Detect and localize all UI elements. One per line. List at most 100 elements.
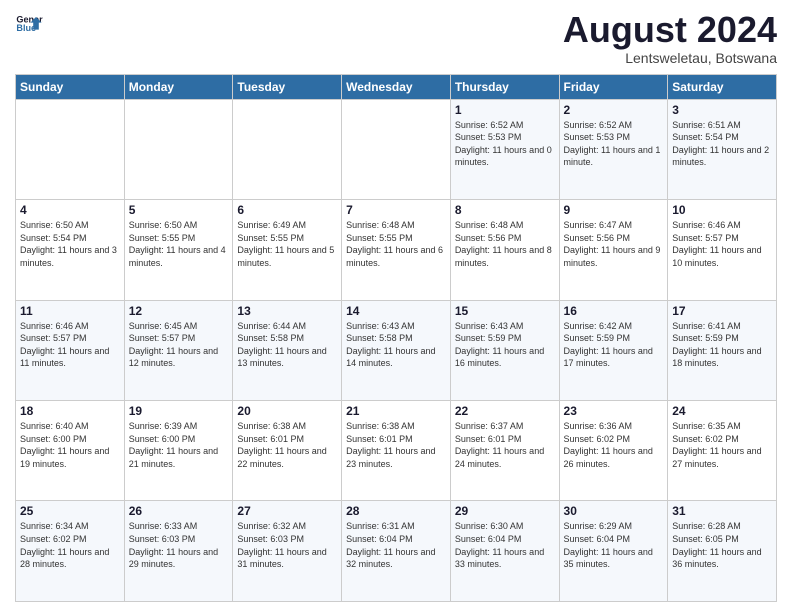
day-number: 25 xyxy=(20,504,120,518)
day-info: Sunrise: 6:34 AM Sunset: 6:02 PM Dayligh… xyxy=(20,520,120,570)
calendar-cell: 21 Sunrise: 6:38 AM Sunset: 6:01 PM Dayli… xyxy=(342,401,451,501)
calendar-cell: 8 Sunrise: 6:48 AM Sunset: 5:56 PM Daylig… xyxy=(450,200,559,300)
calendar-cell: 31Sunrise: 6:28 AM Sunset: 6:05 PM Dayli… xyxy=(668,501,777,602)
subtitle: Lentsweletau, Botswana xyxy=(563,50,777,66)
day-info: Sunrise: 6:36 AM Sunset: 6:02 PM Dayligh… xyxy=(564,420,664,470)
day-number: 5 xyxy=(129,203,229,217)
logo: General Blue xyxy=(15,10,43,38)
day-info: Sunrise: 6:39 AM Sunset: 6:00 PM Dayligh… xyxy=(129,420,229,470)
day-info: Sunrise: 6:46 AM Sunset: 5:57 PM Dayligh… xyxy=(20,320,120,370)
calendar-cell: 5Sunrise: 6:50 AM Sunset: 5:55 PM Daylig… xyxy=(124,200,233,300)
calendar-cell: 7 Sunrise: 6:48 AM Sunset: 5:55 PM Daylig… xyxy=(342,200,451,300)
calendar-cell xyxy=(124,99,233,199)
day-info: Sunrise: 6:29 AM Sunset: 6:04 PM Dayligh… xyxy=(564,520,664,570)
day-number: 11 xyxy=(20,304,120,318)
day-number: 29 xyxy=(455,504,555,518)
title-block: August 2024 Lentsweletau, Botswana xyxy=(563,10,777,66)
day-info: Sunrise: 6:43 AM Sunset: 5:58 PM Dayligh… xyxy=(346,320,446,370)
calendar-cell: 13Sunrise: 6:44 AM Sunset: 5:58 PM Dayli… xyxy=(233,300,342,400)
calendar-cell: 30 Sunrise: 6:29 AM Sunset: 6:04 PM Dayli… xyxy=(559,501,668,602)
day-number: 16 xyxy=(564,304,664,318)
day-number: 13 xyxy=(237,304,337,318)
calendar-cell: 11 Sunrise: 6:46 AM Sunset: 5:57 PM Dayli… xyxy=(16,300,125,400)
day-info: Sunrise: 6:48 AM Sunset: 5:55 PM Dayligh… xyxy=(346,219,446,269)
day-number: 20 xyxy=(237,404,337,418)
day-info: Sunrise: 6:38 AM Sunset: 6:01 PM Dayligh… xyxy=(346,420,446,470)
day-info: Sunrise: 6:33 AM Sunset: 6:03 PM Dayligh… xyxy=(129,520,229,570)
calendar-cell: 25 Sunrise: 6:34 AM Sunset: 6:02 PM Dayli… xyxy=(16,501,125,602)
calendar-cell xyxy=(342,99,451,199)
page-header: General Blue August 2024 Lentsweletau, B… xyxy=(15,10,777,66)
day-number: 14 xyxy=(346,304,446,318)
day-number: 12 xyxy=(129,304,229,318)
calendar-col-header: Thursday xyxy=(450,74,559,99)
day-info: Sunrise: 6:41 AM Sunset: 5:59 PM Dayligh… xyxy=(672,320,772,370)
day-info: Sunrise: 6:46 AM Sunset: 5:57 PM Dayligh… xyxy=(672,219,772,269)
day-info: Sunrise: 6:42 AM Sunset: 5:59 PM Dayligh… xyxy=(564,320,664,370)
day-info: Sunrise: 6:52 AM Sunset: 5:53 PM Dayligh… xyxy=(455,119,555,169)
calendar-cell: 20 Sunrise: 6:38 AM Sunset: 6:01 PM Dayli… xyxy=(233,401,342,501)
calendar-cell: 29 Sunrise: 6:30 AM Sunset: 6:04 PM Dayli… xyxy=(450,501,559,602)
day-number: 10 xyxy=(672,203,772,217)
calendar-header: SundayMondayTuesdayWednesdayThursdayFrid… xyxy=(16,74,777,99)
day-number: 22 xyxy=(455,404,555,418)
calendar-cell: 1Sunrise: 6:52 AM Sunset: 5:53 PM Daylig… xyxy=(450,99,559,199)
day-number: 18 xyxy=(20,404,120,418)
day-info: Sunrise: 6:48 AM Sunset: 5:56 PM Dayligh… xyxy=(455,219,555,269)
day-info: Sunrise: 6:52 AM Sunset: 5:53 PM Dayligh… xyxy=(564,119,664,169)
calendar-col-header: Monday xyxy=(124,74,233,99)
calendar-cell: 18 Sunrise: 6:40 AM Sunset: 6:00 PM Dayli… xyxy=(16,401,125,501)
day-info: Sunrise: 6:43 AM Sunset: 5:59 PM Dayligh… xyxy=(455,320,555,370)
calendar-cell: 23 Sunrise: 6:36 AM Sunset: 6:02 PM Dayli… xyxy=(559,401,668,501)
day-info: Sunrise: 6:40 AM Sunset: 6:00 PM Dayligh… xyxy=(20,420,120,470)
day-info: Sunrise: 6:30 AM Sunset: 6:04 PM Dayligh… xyxy=(455,520,555,570)
day-number: 19 xyxy=(129,404,229,418)
day-info: Sunrise: 6:28 AM Sunset: 6:05 PM Dayligh… xyxy=(672,520,772,570)
svg-text:Blue: Blue xyxy=(16,23,36,33)
calendar-col-header: Sunday xyxy=(16,74,125,99)
day-number: 21 xyxy=(346,404,446,418)
calendar-week-row: 1Sunrise: 6:52 AM Sunset: 5:53 PM Daylig… xyxy=(16,99,777,199)
calendar-cell: 17Sunrise: 6:41 AM Sunset: 5:59 PM Dayli… xyxy=(668,300,777,400)
calendar-cell: 24 Sunrise: 6:35 AM Sunset: 6:02 PM Dayli… xyxy=(668,401,777,501)
calendar-week-row: 11 Sunrise: 6:46 AM Sunset: 5:57 PM Dayli… xyxy=(16,300,777,400)
calendar-cell: 22Sunrise: 6:37 AM Sunset: 6:01 PM Dayli… xyxy=(450,401,559,501)
day-number: 7 xyxy=(346,203,446,217)
day-number: 8 xyxy=(455,203,555,217)
day-info: Sunrise: 6:32 AM Sunset: 6:03 PM Dayligh… xyxy=(237,520,337,570)
calendar-col-header: Tuesday xyxy=(233,74,342,99)
logo-icon: General Blue xyxy=(15,10,43,38)
day-number: 3 xyxy=(672,103,772,117)
day-number: 28 xyxy=(346,504,446,518)
day-info: Sunrise: 6:50 AM Sunset: 5:54 PM Dayligh… xyxy=(20,219,120,269)
day-number: 24 xyxy=(672,404,772,418)
calendar-col-header: Wednesday xyxy=(342,74,451,99)
day-info: Sunrise: 6:38 AM Sunset: 6:01 PM Dayligh… xyxy=(237,420,337,470)
calendar-cell: 28Sunrise: 6:31 AM Sunset: 6:04 PM Dayli… xyxy=(342,501,451,602)
day-number: 9 xyxy=(564,203,664,217)
calendar-week-row: 25 Sunrise: 6:34 AM Sunset: 6:02 PM Dayli… xyxy=(16,501,777,602)
calendar-cell: 2 Sunrise: 6:52 AM Sunset: 5:53 PM Daylig… xyxy=(559,99,668,199)
day-number: 2 xyxy=(564,103,664,117)
day-number: 23 xyxy=(564,404,664,418)
calendar-cell: 10 Sunrise: 6:46 AM Sunset: 5:57 PM Dayli… xyxy=(668,200,777,300)
calendar-cell: 16 Sunrise: 6:42 AM Sunset: 5:59 PM Dayli… xyxy=(559,300,668,400)
calendar-week-row: 18 Sunrise: 6:40 AM Sunset: 6:00 PM Dayli… xyxy=(16,401,777,501)
day-number: 4 xyxy=(20,203,120,217)
calendar-cell: 26 Sunrise: 6:33 AM Sunset: 6:03 PM Dayli… xyxy=(124,501,233,602)
calendar-cell: 4 Sunrise: 6:50 AM Sunset: 5:54 PM Daylig… xyxy=(16,200,125,300)
day-number: 26 xyxy=(129,504,229,518)
day-info: Sunrise: 6:49 AM Sunset: 5:55 PM Dayligh… xyxy=(237,219,337,269)
calendar-cell xyxy=(16,99,125,199)
calendar-cell: 12 Sunrise: 6:45 AM Sunset: 5:57 PM Dayli… xyxy=(124,300,233,400)
main-title: August 2024 xyxy=(563,10,777,50)
calendar-cell: 3 Sunrise: 6:51 AM Sunset: 5:54 PM Daylig… xyxy=(668,99,777,199)
day-number: 30 xyxy=(564,504,664,518)
calendar-col-header: Saturday xyxy=(668,74,777,99)
day-number: 15 xyxy=(455,304,555,318)
day-info: Sunrise: 6:51 AM Sunset: 5:54 PM Dayligh… xyxy=(672,119,772,169)
day-info: Sunrise: 6:35 AM Sunset: 6:02 PM Dayligh… xyxy=(672,420,772,470)
day-number: 6 xyxy=(237,203,337,217)
calendar-cell xyxy=(233,99,342,199)
day-info: Sunrise: 6:45 AM Sunset: 5:57 PM Dayligh… xyxy=(129,320,229,370)
